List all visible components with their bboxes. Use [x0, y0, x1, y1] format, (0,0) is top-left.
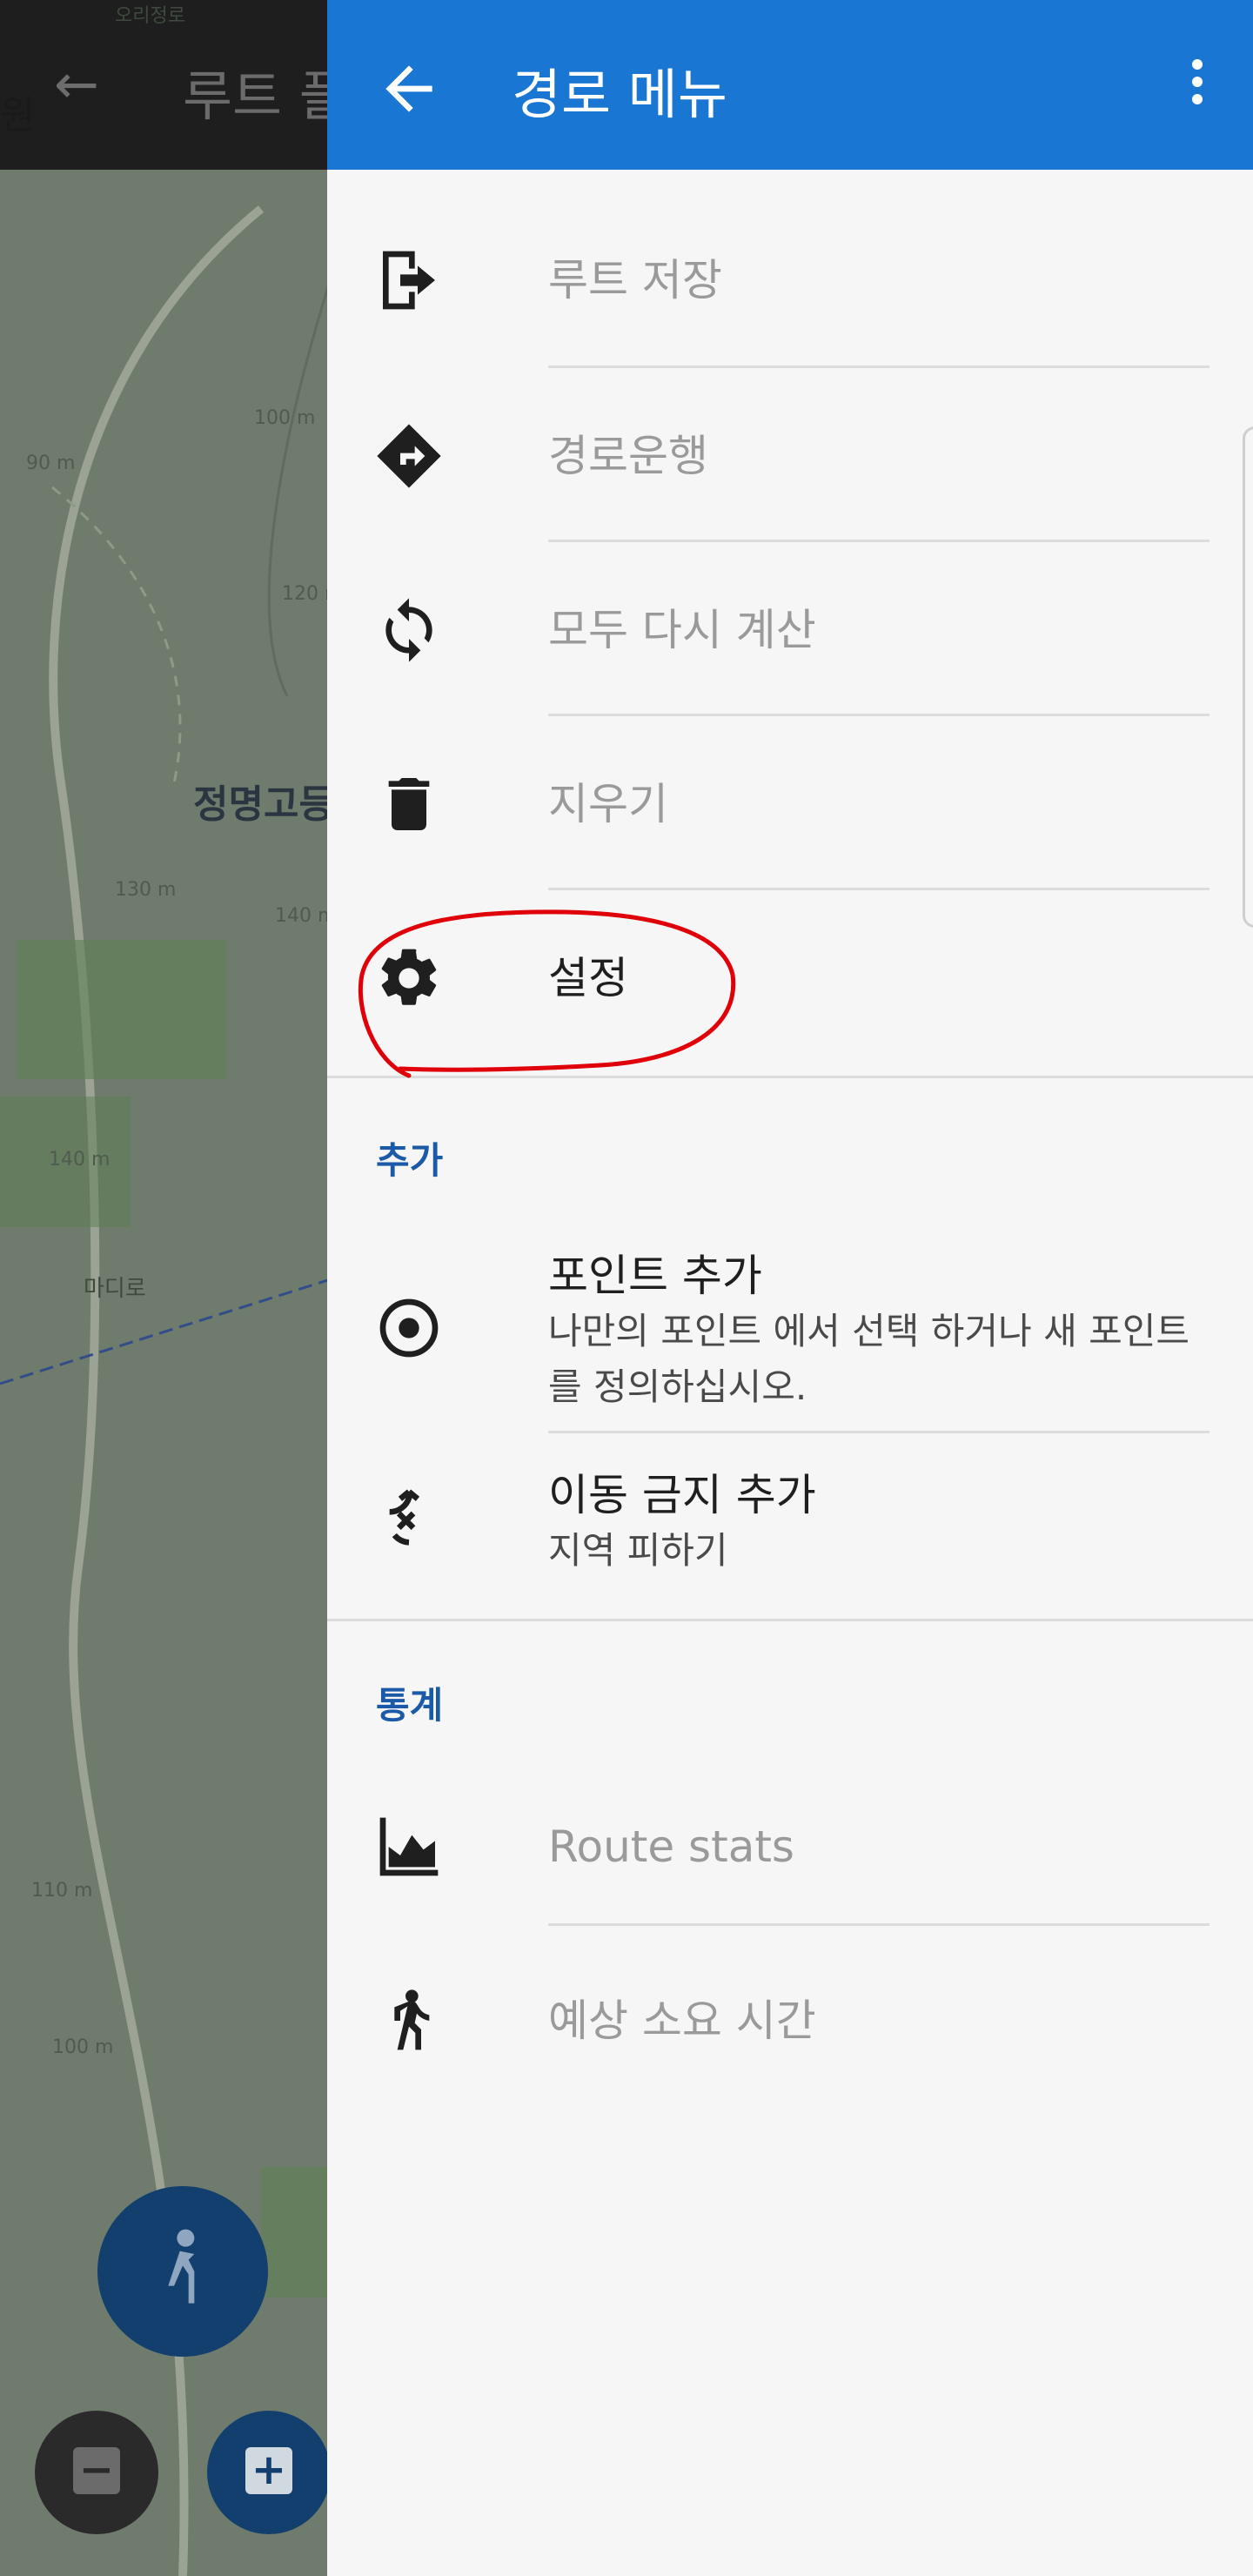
menu-item-add-avoid[interactable]: 이동 금지 추가 지역 피하기: [327, 1436, 1253, 1610]
menu-item-estimated-time[interactable]: 예상 소요 시간: [327, 1934, 1253, 2108]
map-left-label: 원: [0, 93, 36, 138]
menu-item-add-point[interactable]: 포인트 추가 나만의 포인트 에서 선택 하거나 새 포인트를 정의하십시오.: [327, 1218, 1253, 1436]
contour-label: 110 m: [31, 1880, 93, 1902]
route-menu-drawer: 경로 메뉴 루트 저장 경로운행 모두 다시 계산 지우기 설정 추가 포인트 …: [327, 0, 1253, 2576]
menu-item-route-stats[interactable]: Route stats: [327, 1760, 1253, 1934]
road-label: 오리정로: [115, 5, 185, 27]
zoom-in-button[interactable]: +: [207, 2411, 331, 2534]
divider: [548, 714, 1209, 716]
avoid-icon: [389, 1489, 420, 1546]
menu-item-label: 루트 저장: [548, 255, 722, 305]
section-header-add: 추가: [376, 1139, 444, 1182]
menu-item-subtitle: 지역 피하기: [548, 1529, 728, 1572]
chart-icon: [379, 1817, 439, 1876]
menu-item-delete[interactable]: 지우기: [327, 717, 1253, 891]
drawer-title: 경로 메뉴: [512, 63, 727, 126]
divider: [548, 1923, 1209, 1926]
menu-item-navigate[interactable]: 경로운행: [327, 369, 1253, 543]
back-arrow-icon[interactable]: [374, 54, 444, 124]
minus-icon: −: [73, 2447, 120, 2494]
section-header-stats: 통계: [376, 1684, 444, 1727]
divider: [548, 888, 1209, 890]
map-place-label: 정명고등: [193, 782, 334, 827]
divider: [548, 540, 1209, 542]
divider: [548, 1431, 1209, 1433]
contour-label: 140 m: [49, 1149, 111, 1171]
scroll-indicator[interactable]: [1243, 426, 1253, 928]
contour-label: 100 m: [52, 2036, 114, 2058]
menu-item-recalculate-all[interactable]: 모두 다시 계산: [327, 543, 1253, 717]
contour-label: 130 m: [115, 879, 177, 901]
settings-highlight-annotation: [358, 909, 736, 1078]
divider: [548, 366, 1209, 368]
menu-item-subtitle: 나만의 포인트 에서 선택 하거나 새 포인트를 정의하십시오.: [548, 1310, 1189, 1408]
hiker-icon: [168, 2229, 195, 2304]
menu-item-title: 포인트 추가: [548, 1251, 762, 1301]
map-back-icon[interactable]: ←: [54, 54, 115, 115]
section-divider: [327, 1619, 1253, 1621]
menu-item-save-route[interactable]: 루트 저장: [327, 193, 1253, 367]
export-icon: [383, 251, 435, 310]
walk-mode-button[interactable]: [97, 2186, 268, 2357]
contour-label: 100 m: [254, 407, 316, 429]
drawer-app-bar: 경로 메뉴: [327, 0, 1253, 170]
trash-icon: [388, 778, 430, 830]
target-icon: [379, 1298, 439, 1358]
plus-icon: +: [245, 2447, 292, 2494]
road-label: 마디로: [84, 1276, 146, 1302]
menu-item-label: 모두 다시 계산: [548, 605, 816, 655]
more-options-icon[interactable]: [1171, 52, 1223, 122]
menu-item-label: Route stats: [548, 1821, 794, 1872]
directions-icon: [377, 424, 441, 488]
map-toolbar-title: 루트 플: [183, 64, 349, 128]
menu-item-title: 이동 금지 추가: [548, 1470, 816, 1520]
contour-label: 90 m: [26, 453, 76, 474]
hiker-icon: [394, 1989, 430, 2050]
menu-item-label: 경로운행: [548, 431, 708, 481]
menu-item-label: 지우기: [548, 779, 668, 829]
refresh-icon: [385, 598, 432, 662]
zoom-out-button[interactable]: −: [35, 2411, 158, 2534]
menu-item-label: 예상 소요 시간: [548, 1996, 816, 2046]
